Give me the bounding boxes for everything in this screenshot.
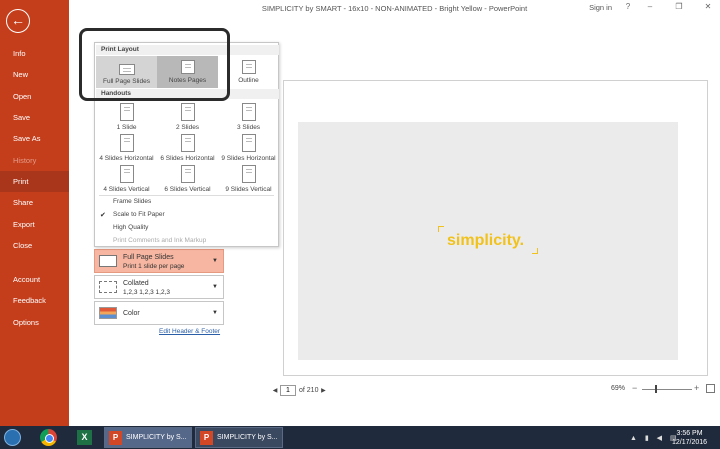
zoom-slider-handle[interactable]: [655, 385, 657, 393]
excel-icon[interactable]: X: [77, 430, 92, 445]
page-count: of 210: [299, 386, 319, 394]
sidebar-item-save-as[interactable]: Save As: [0, 128, 69, 149]
title-bar: SIMPLICITY by SMART - 16x10 - NON-ANIMAT…: [69, 0, 720, 16]
handout-page-icon: [119, 134, 134, 152]
back-arrow-icon[interactable]: ←: [6, 9, 30, 33]
sidebar-item-history: History: [13, 156, 37, 165]
handout-label: 9 Slides Horizontal: [221, 155, 276, 162]
sidebar-item-print[interactable]: Print: [0, 171, 69, 192]
close-button[interactable]: ✕: [701, 2, 715, 11]
handout-page-icon: [241, 165, 256, 183]
highlight-callout: [79, 28, 230, 101]
handout-label: 6 Slides Vertical: [164, 186, 211, 193]
sidebar-item-export[interactable]: Export: [0, 214, 69, 235]
handout-label: 2 Slides: [175, 124, 200, 131]
chrome-icon[interactable]: [40, 429, 57, 446]
handout-2-slides[interactable]: 2 Slides: [157, 103, 218, 131]
handout-9-horizontal[interactable]: 9 Slides Horizontal: [218, 134, 279, 162]
sidebar-item-open[interactable]: Open: [0, 86, 69, 107]
taskbar-app-label: SIMPLICITY by S...: [217, 434, 278, 441]
logo-bracket-top-left: [438, 226, 444, 232]
zoom-slider[interactable]: [642, 389, 692, 390]
chevron-down-icon: ▼: [212, 310, 218, 316]
handout-page-icon: [241, 103, 256, 121]
outline-icon: [241, 60, 256, 74]
zoom-out-button[interactable]: −: [632, 383, 637, 393]
page-navigation: ◀ of 210 ▶: [270, 384, 328, 396]
zoom-to-page-icon[interactable]: [706, 384, 715, 393]
handout-page-icon: [119, 165, 134, 183]
setting-color-main: Color: [123, 310, 140, 317]
chevron-down-icon: ▼: [212, 284, 218, 290]
handout-page-icon: [180, 103, 195, 121]
taskbar-app-label: SIMPLICITY by S...: [126, 434, 187, 441]
handout-4-horizontal[interactable]: 4 Slides Horizontal: [96, 134, 157, 162]
sidebar-item-feedback[interactable]: Feedback: [0, 290, 69, 311]
handout-9-vertical[interactable]: 9 Slides Vertical: [218, 165, 279, 193]
setting-collate-sub: 1,2,3 1,2,3 1,2,3: [123, 289, 170, 296]
setting-layout-sub: Print 1 slide per page: [123, 263, 185, 270]
clock-time: 3:56 PM: [676, 430, 703, 437]
slide-page-icon: [99, 255, 117, 267]
handout-page-icon: [241, 134, 256, 152]
zoom-level[interactable]: 69%: [611, 385, 625, 392]
collate-icon: [99, 281, 117, 293]
sidebar-item-new[interactable]: New: [0, 64, 69, 85]
option-frame-slides[interactable]: Frame Slides: [113, 198, 151, 205]
handout-page-icon: [180, 165, 195, 183]
handout-4-vertical[interactable]: 4 Slides Vertical: [96, 165, 157, 193]
zoom-in-button[interactable]: +: [694, 383, 699, 393]
handout-label: 4 Slides Horizontal: [99, 155, 154, 162]
handout-6-vertical[interactable]: 6 Slides Vertical: [157, 165, 218, 193]
sidebar-item-share[interactable]: Share: [0, 192, 69, 213]
sidebar-item-options[interactable]: Options: [0, 312, 69, 333]
option-high-quality[interactable]: High Quality: [113, 224, 148, 231]
sidebar-item-info[interactable]: Info: [0, 43, 69, 64]
windows-start-icon[interactable]: [4, 429, 21, 446]
handout-label: 1 Slide: [116, 124, 137, 131]
sidebar-item-save[interactable]: Save: [0, 107, 69, 128]
next-page-button[interactable]: ▶: [318, 387, 328, 394]
color-swatch-icon: [99, 307, 117, 319]
logo-bracket-bottom-right: [532, 248, 538, 254]
slide-logo-text: simplicity.: [447, 232, 525, 249]
handout-label: 4 Slides Vertical: [103, 186, 150, 193]
print-layout-setting[interactable]: Full Page Slides Print 1 slide per page …: [94, 249, 224, 273]
check-icon: ✔: [100, 212, 106, 219]
handout-label: 6 Slides Horizontal: [160, 155, 215, 162]
handout-page-icon: [180, 134, 195, 152]
edit-header-footer-link[interactable]: Edit Header & Footer: [159, 328, 220, 335]
backstage-sidebar: ← Info New Open Save Save As History Pri…: [0, 0, 69, 426]
color-setting[interactable]: Color ▼: [94, 301, 224, 325]
minimize-button[interactable]: –: [643, 2, 657, 11]
taskbar-clock[interactable]: 3:56 PM 12/17/2016: [672, 429, 707, 447]
sign-in-link[interactable]: Sign in: [589, 3, 612, 12]
option-scale-to-fit[interactable]: Scale to Fit Paper: [113, 211, 165, 218]
page-number-input[interactable]: [280, 384, 296, 396]
handout-page-icon: [119, 103, 134, 121]
collation-setting[interactable]: Collated 1,2,3 1,2,3 1,2,3 ▼: [94, 275, 224, 299]
taskbar-app-powerpoint-1[interactable]: P SIMPLICITY by S...: [104, 427, 192, 448]
powerpoint-icon: P: [200, 431, 213, 445]
help-button[interactable]: ?: [621, 2, 635, 11]
taskbar: X P SIMPLICITY by S... P SIMPLICITY by S…: [0, 426, 720, 449]
powerpoint-icon: P: [109, 431, 122, 445]
handout-label: 3 Slides: [236, 124, 261, 131]
taskbar-app-powerpoint-2[interactable]: P SIMPLICITY by S...: [195, 427, 283, 448]
prev-page-button[interactable]: ◀: [270, 387, 280, 394]
divider: [99, 195, 274, 196]
sidebar-item-account[interactable]: Account: [0, 269, 69, 290]
handout-1-slide[interactable]: 1 Slide: [96, 103, 157, 131]
handout-6-horizontal[interactable]: 6 Slides Horizontal: [157, 134, 218, 162]
sidebar-item-close[interactable]: Close: [0, 235, 69, 256]
restore-button[interactable]: ❐: [672, 2, 686, 11]
option-print-comments: Print Comments and Ink Markup: [113, 237, 207, 244]
chevron-down-icon: ▼: [212, 258, 218, 264]
handout-label: 9 Slides Vertical: [225, 186, 272, 193]
handout-3-slides[interactable]: 3 Slides: [218, 103, 279, 131]
setting-layout-main: Full Page Slides: [123, 254, 174, 261]
setting-collate-main: Collated: [123, 280, 149, 287]
clock-date: 12/17/2016: [672, 439, 708, 446]
